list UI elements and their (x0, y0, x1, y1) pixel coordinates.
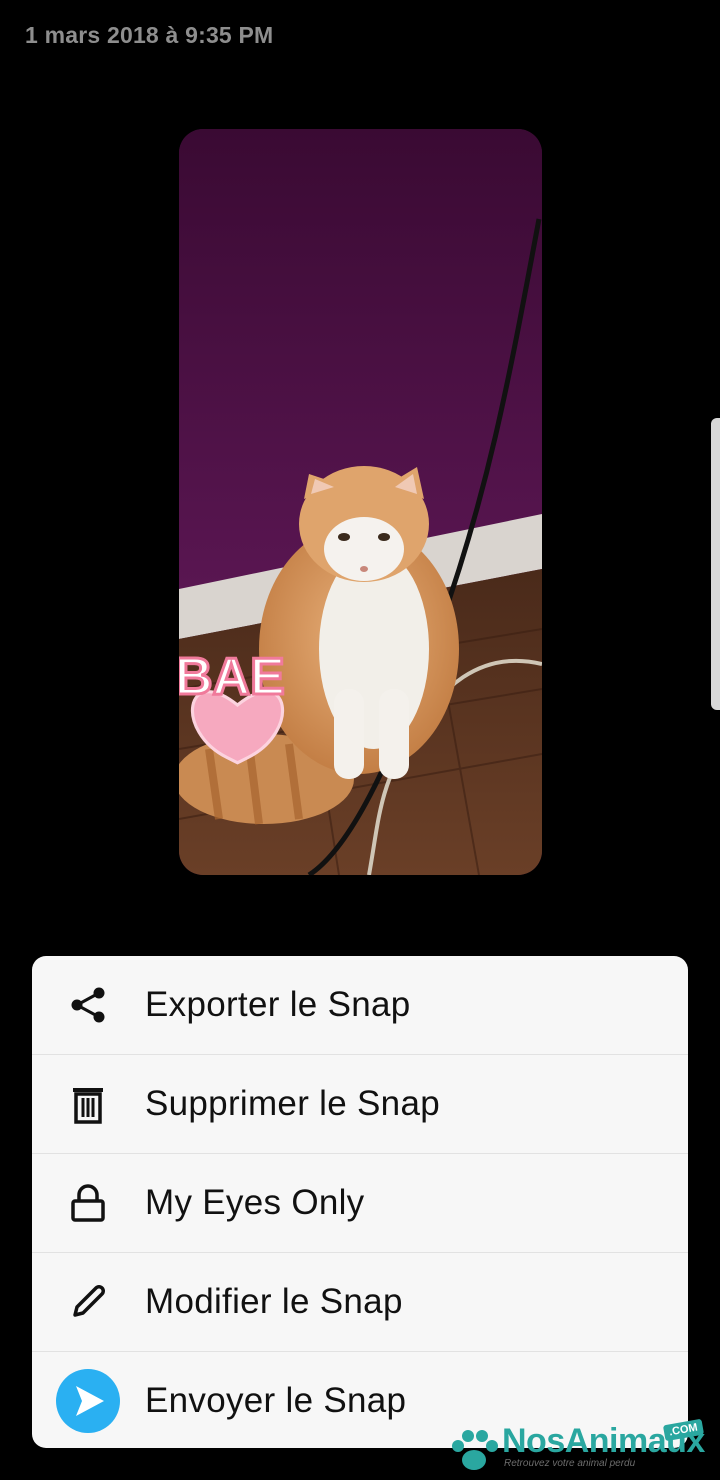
edit-snap-label: Modifier le Snap (145, 1282, 403, 1321)
snap-action-sheet: Exporter le Snap Supprimer le Snap My Ey… (32, 956, 688, 1448)
snap-viewer-screen: 1 mars 2018 à 9:35 PM BAE Exporter le Sn… (0, 0, 720, 1480)
my-eyes-only-label: My Eyes Only (145, 1183, 365, 1222)
trash-icon (66, 1082, 110, 1126)
nosanimaux-watermark: NosAnimaux Retrouvez votre animal perdu … (444, 1418, 714, 1480)
delete-snap-label: Supprimer le Snap (145, 1084, 440, 1123)
snap-timestamp: 1 mars 2018 à 9:35 PM (25, 22, 274, 48)
lock-icon (66, 1181, 110, 1225)
watermark-tagline: Retrouvez votre animal perdu (504, 1458, 636, 1469)
paw-icon (452, 1430, 498, 1470)
export-snap-item[interactable]: Exporter le Snap (32, 956, 688, 1055)
edge-panel-handle[interactable] (711, 418, 720, 710)
send-snap-label: Envoyer le Snap (145, 1381, 407, 1420)
send-icon (56, 1369, 120, 1433)
my-eyes-only-item[interactable]: My Eyes Only (32, 1154, 688, 1253)
bae-sticker: BAE (179, 648, 285, 706)
export-snap-label: Exporter le Snap (145, 985, 411, 1024)
pencil-icon (66, 1280, 110, 1324)
delete-snap-item[interactable]: Supprimer le Snap (32, 1055, 688, 1154)
snap-photo: BAE (179, 129, 542, 875)
edit-snap-item[interactable]: Modifier le Snap (32, 1253, 688, 1352)
share-icon (66, 983, 110, 1027)
snap-preview[interactable]: BAE (179, 129, 542, 875)
